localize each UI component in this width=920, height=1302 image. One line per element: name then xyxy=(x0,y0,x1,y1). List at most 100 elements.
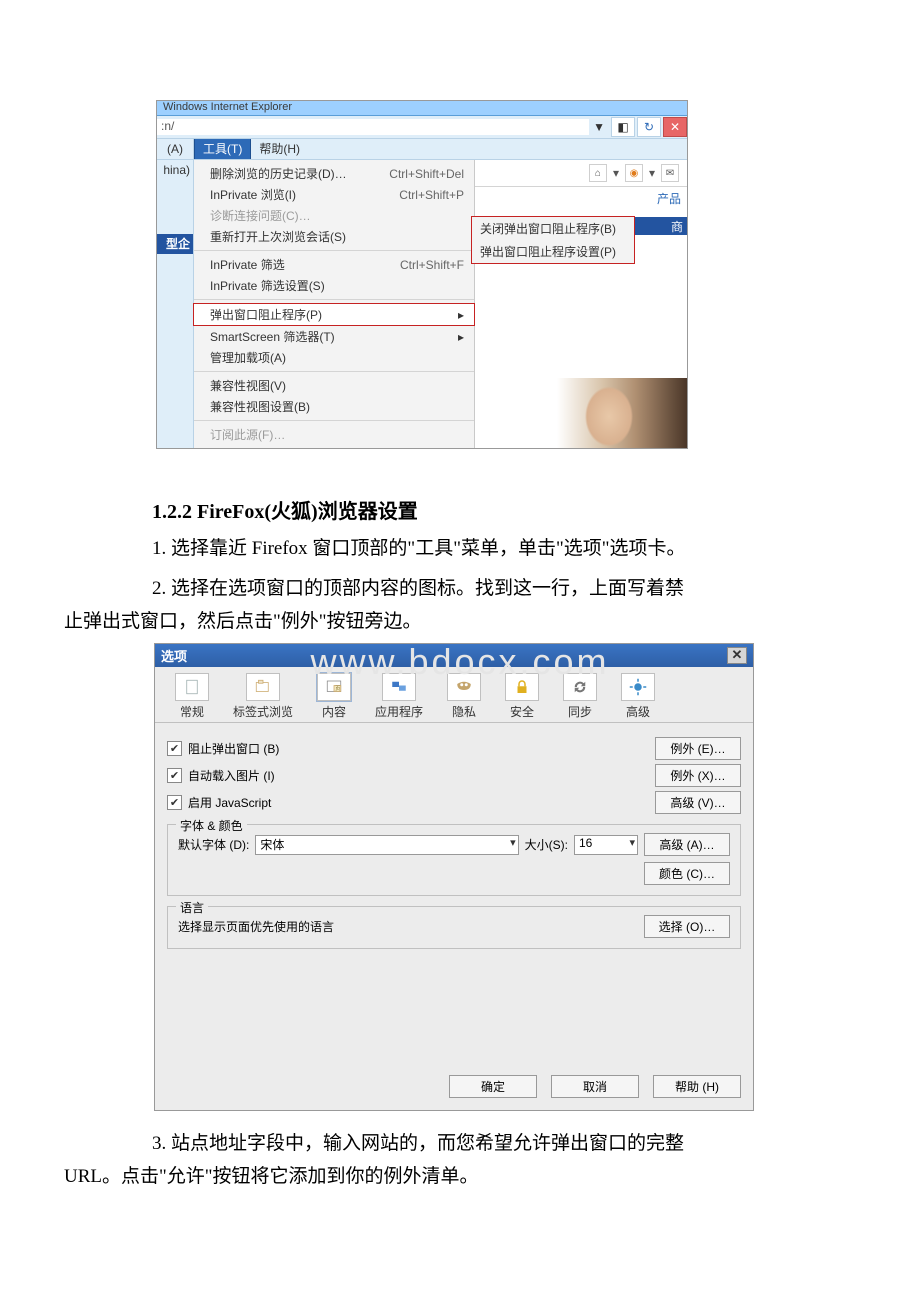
submenu-settings[interactable]: 弹出窗口阻止程序设置(P) xyxy=(472,240,634,263)
left-cell-spacer2 xyxy=(157,194,193,234)
ie-menu-bar: (A) 工具(T) 帮助(H) xyxy=(157,139,687,160)
menu-reopen-session[interactable]: 重新打开上次浏览会话(S) xyxy=(194,226,474,247)
help-button[interactable]: 帮助 (H) xyxy=(653,1075,741,1098)
exceptions-e-button[interactable]: 例外 (E)… xyxy=(655,737,741,760)
stop-icon[interactable]: ✕ xyxy=(663,117,687,137)
refresh-icon[interactable]: ↻ xyxy=(637,117,661,137)
tab-content[interactable]: 页内容 xyxy=(317,673,351,720)
dialog-body: ✔阻止弹出窗口 (B) 例外 (E)… ✔自动载入图片 (I) 例外 (X)… … xyxy=(155,723,753,1065)
language-fieldset: 语言 选择显示页面优先使用的语言 选择 (O)… xyxy=(167,906,741,949)
default-font-label: 默认字体 (D): xyxy=(178,836,249,853)
dialog-tabs: 常规 标签式浏览 页内容 应用程序 隐私 安全 同步 高级 xyxy=(155,667,753,723)
advanced-v-button[interactable]: 高级 (V)… xyxy=(655,791,741,814)
color-c-button[interactable]: 颜色 (C)… xyxy=(644,862,730,885)
menu-delete-history[interactable]: 删除浏览的历史记录(D)…Ctrl+Shift+Del xyxy=(194,163,474,184)
menu-inprivate-filter[interactable]: InPrivate 筛选Ctrl+Shift+F xyxy=(194,254,474,275)
menu-inprivate-browse[interactable]: InPrivate 浏览(I)Ctrl+Shift+P xyxy=(194,184,474,205)
tab-advanced[interactable]: 高级 xyxy=(621,673,655,720)
check-enable-js[interactable]: ✔ 启用 JavaScript xyxy=(167,794,271,811)
left-cell-hina: hina) xyxy=(157,160,193,180)
ie-left-column: hina) 型企 xyxy=(157,160,194,448)
popup-blocker-submenu: 关闭弹出窗口阻止程序(B) 弹出窗口阻止程序设置(P) xyxy=(471,216,635,264)
check-label: 启用 JavaScript xyxy=(188,794,271,811)
tab-content-label: 内容 xyxy=(322,703,346,720)
menu-inprivate-filter-settings[interactable]: InPrivate 筛选设置(S) xyxy=(194,275,474,296)
font-color-fieldset: 字体 & 颜色 默认字体 (D): 宋体 大小(S): 16 高级 (A)… 颜… xyxy=(167,824,741,896)
chevron-down-icon[interactable]: ▾ xyxy=(649,166,655,180)
menu-compat-view[interactable]: 兼容性视图(V) xyxy=(194,375,474,396)
ie-right-pane: ⌂▾ ◉▾ ✉ 产品 载 会员 商 关闭弹出窗口阻止程序(B) 弹出窗口阻止程序… xyxy=(475,160,687,448)
check-load-images[interactable]: ✔ 自动载入图片 (I) xyxy=(167,767,275,784)
tab-privacy-label: 隐私 xyxy=(452,703,476,720)
font-legend: 字体 & 颜色 xyxy=(176,817,247,834)
size-value: 16 xyxy=(579,836,592,850)
left-tab[interactable]: 型企 xyxy=(157,234,193,254)
ie-body-row: hina) 型企 删除浏览的历史记录(D)…Ctrl+Shift+Del InP… xyxy=(157,160,687,448)
font-size-select[interactable]: 16 xyxy=(574,835,638,855)
menu-manage-addons[interactable]: 管理加载项(A) xyxy=(194,347,474,368)
paragraph-2a: 2. 选择在选项窗口的顶部内容的图标。找到这一行，上面写着禁 xyxy=(152,574,856,604)
ie-screenshot: Windows Internet Explorer :n/ ▼ ◧ ↻ ✕ (A… xyxy=(156,100,688,449)
tab-general[interactable]: 常规 xyxy=(175,673,209,720)
menu-diagnose: 诊断连接问题(C)… xyxy=(194,205,474,226)
ie-address-bar: :n/ ▼ ◧ ↻ ✕ xyxy=(157,116,687,139)
close-icon[interactable]: ✕ xyxy=(727,647,747,664)
check-block-popup[interactable]: ✔ 阻止弹出窗口 (B) xyxy=(167,740,279,757)
feed-icon[interactable]: ◉ xyxy=(625,164,643,182)
cancel-button[interactable]: 取消 xyxy=(551,1075,639,1098)
menu-help[interactable]: 帮助(H) xyxy=(251,139,308,159)
default-font-select[interactable]: 宋体 xyxy=(255,835,518,855)
firefox-options-dialog: 选项 ✕ 常规 标签式浏览 页内容 应用程序 隐私 安全 同步 高级 ✔ 阻止弹出… xyxy=(154,643,754,1111)
check-label: 阻止弹出窗口 (B) xyxy=(188,740,279,757)
nav-shop[interactable]: 商 xyxy=(667,218,687,235)
paragraph-2b: 止弹出式窗口，然后点击"例外"按钮旁边。 xyxy=(64,607,856,637)
checkbox-icon[interactable]: ✔ xyxy=(167,741,182,756)
menu-tools[interactable]: 工具(T) xyxy=(194,139,251,159)
home-icon[interactable]: ⌂ xyxy=(589,164,607,182)
menu-popup-blocker[interactable]: 弹出窗口阻止程序(P)▸ xyxy=(193,303,475,326)
left-cell-spacer xyxy=(157,180,193,194)
chevron-down-icon[interactable]: ▾ xyxy=(613,166,619,180)
section-heading: 1.2.2 FireFox(火狐)浏览器设置 xyxy=(152,495,882,524)
menu-a[interactable]: (A) xyxy=(157,139,194,159)
svg-text:页: 页 xyxy=(335,685,340,692)
tab-tabs-label: 标签式浏览 xyxy=(233,703,293,720)
tab-sync-label: 同步 xyxy=(568,703,592,720)
tab-apps[interactable]: 应用程序 xyxy=(375,673,423,720)
tab-general-label: 常规 xyxy=(180,703,204,720)
dropdown-icon[interactable]: ▼ xyxy=(589,120,609,134)
paragraph-3a: 3. 站点地址字段中，输入网站的，而您希望允许弹出窗口的完整 xyxy=(152,1129,856,1159)
size-label: 大小(S): xyxy=(525,836,568,853)
compat-icon[interactable]: ◧ xyxy=(611,117,635,137)
tab-privacy[interactable]: 隐私 xyxy=(447,673,481,720)
mail-icon[interactable]: ✉ xyxy=(661,164,679,182)
choose-o-button[interactable]: 选择 (O)… xyxy=(644,915,730,938)
lang-legend: 语言 xyxy=(176,899,208,916)
prod-link[interactable]: 产品 xyxy=(657,190,681,207)
lang-row: 选择显示页面优先使用的语言 选择 (O)… xyxy=(178,915,730,938)
dialog-footer: 确定 取消 帮助 (H) xyxy=(155,1065,753,1110)
dialog-title: 选项 xyxy=(161,646,187,665)
check-load-images-row: ✔ 自动载入图片 (I) 例外 (X)… xyxy=(167,764,741,787)
tab-sync[interactable]: 同步 xyxy=(563,673,597,720)
checkbox-icon[interactable]: ✔ xyxy=(167,795,182,810)
checkbox-icon[interactable]: ✔ xyxy=(167,768,182,783)
tab-apps-label: 应用程序 xyxy=(375,703,423,720)
left-fill xyxy=(157,254,193,448)
tab-security[interactable]: 安全 xyxy=(505,673,539,720)
promo-image xyxy=(557,378,687,448)
check-js-row: ✔ 启用 JavaScript 高级 (V)… xyxy=(167,791,741,814)
spacer xyxy=(475,187,687,217)
check-label: 自动载入图片 (I) xyxy=(188,767,275,784)
tab-tabs[interactable]: 标签式浏览 xyxy=(233,673,293,720)
ie-url-text[interactable]: :n/ xyxy=(157,119,589,135)
ok-button[interactable]: 确定 xyxy=(449,1075,537,1098)
ie-title-bar: Windows Internet Explorer xyxy=(157,101,687,116)
advanced-a-button[interactable]: 高级 (A)… xyxy=(644,833,730,856)
paragraph-3b: URL。点击"允许"按钮将它添加到你的例外清单。 xyxy=(64,1162,856,1192)
menu-smartscreen[interactable]: SmartScreen 筛选器(T)▸ xyxy=(194,326,474,347)
watermark-wrap: www.bdocx.com 选项 ✕ 常规 标签式浏览 页内容 应用程序 隐私 … xyxy=(38,643,882,1111)
menu-compat-view-settings[interactable]: 兼容性视图设置(B) xyxy=(194,396,474,417)
exceptions-x-button[interactable]: 例外 (X)… xyxy=(655,764,741,787)
submenu-turn-off[interactable]: 关闭弹出窗口阻止程序(B) xyxy=(472,217,634,240)
